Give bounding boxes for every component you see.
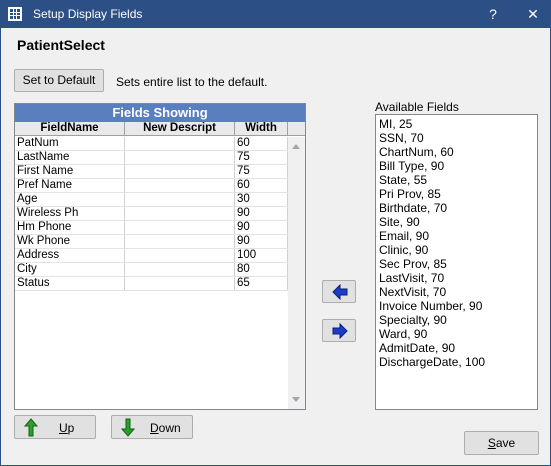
cell-fieldname: Status <box>15 277 125 290</box>
column-header-fieldname[interactable]: FieldName <box>15 122 125 135</box>
fields-showing-grid[interactable]: Fields Showing FieldName New Descript Wi… <box>14 103 306 410</box>
set-to-default-button[interactable]: Set to Default <box>14 69 104 92</box>
cell-fieldname: First Name <box>15 165 125 178</box>
list-item[interactable]: Sec Prov, 85 <box>379 257 534 271</box>
green-arrow-up-icon <box>24 418 38 437</box>
up-label-mnemonic: U <box>59 421 68 435</box>
cell-fieldname: Wireless Ph <box>15 207 125 220</box>
setup-display-fields-window: Setup Display Fields ? ✕ PatientSelect S… <box>0 0 551 466</box>
save-label: ave <box>495 436 516 450</box>
cell-fieldname: Pref Name <box>15 179 125 192</box>
set-default-hint: Sets entire list to the default. <box>116 75 268 89</box>
cell-new-descript <box>125 263 235 276</box>
list-item[interactable]: Invoice Number, 90 <box>379 299 534 313</box>
cell-fieldname: Age <box>15 193 125 206</box>
cell-width: 80 <box>235 263 288 276</box>
list-item[interactable]: Email, 90 <box>379 229 534 243</box>
cell-new-descript <box>125 193 235 206</box>
title-bar: Setup Display Fields ? ✕ <box>1 1 550 28</box>
table-row[interactable]: Age 30 <box>15 193 288 207</box>
grid-header: FieldName New Descript Width <box>15 122 305 136</box>
table-row[interactable]: Hm Phone 90 <box>15 221 288 235</box>
list-item[interactable]: NextVisit, 70 <box>379 285 534 299</box>
cell-width: 90 <box>235 221 288 234</box>
column-header-new-descript[interactable]: New Descript <box>125 122 235 135</box>
grid-body: PatNum 60 LastName 75 First Name 75 Pref Name 6… <box>15 137 288 291</box>
down-label-mnemonic: D <box>150 421 159 435</box>
table-row[interactable]: PatNum 60 <box>15 137 288 151</box>
green-arrow-down-icon <box>121 418 135 437</box>
help-button[interactable]: ? <box>482 5 504 23</box>
cell-new-descript <box>125 151 235 164</box>
cell-new-descript <box>125 165 235 178</box>
list-item[interactable]: Clinic, 90 <box>379 243 534 257</box>
blue-arrow-left-icon <box>332 284 348 300</box>
cell-fieldname: Wk Phone <box>15 235 125 248</box>
save-button[interactable]: Save <box>464 431 539 455</box>
scroll-up-icon[interactable] <box>292 144 300 149</box>
table-row[interactable]: Wireless Ph 90 <box>15 207 288 221</box>
list-item[interactable]: SSN, 70 <box>379 131 534 145</box>
list-item[interactable]: LastVisit, 70 <box>379 271 534 285</box>
app-grid-icon <box>8 7 22 21</box>
cell-new-descript <box>125 207 235 220</box>
cell-width: 90 <box>235 235 288 248</box>
list-item[interactable]: Ward, 90 <box>379 327 534 341</box>
table-row[interactable]: First Name 75 <box>15 165 288 179</box>
table-row[interactable]: Address 100 <box>15 249 288 263</box>
grid-scrollbar[interactable] <box>288 137 305 409</box>
list-item[interactable]: Pri Prov, 85 <box>379 187 534 201</box>
cell-fieldname: LastName <box>15 151 125 164</box>
cell-fieldname: Address <box>15 249 125 262</box>
list-item[interactable]: MI, 25 <box>379 117 534 131</box>
grid-title: Fields Showing <box>15 104 305 122</box>
cell-fieldname: City <box>15 263 125 276</box>
available-fields-list[interactable]: MI, 25 SSN, 70 ChartNum, 60 Bill Type, 90 St… <box>375 114 538 410</box>
list-item[interactable]: Birthdate, 70 <box>379 201 534 215</box>
cell-fieldname: Hm Phone <box>15 221 125 234</box>
table-row[interactable]: LastName 75 <box>15 151 288 165</box>
close-button[interactable]: ✕ <box>522 5 544 23</box>
table-row[interactable]: Status 65 <box>15 277 288 291</box>
up-label: p <box>67 421 75 435</box>
cell-width: 60 <box>235 179 288 192</box>
cell-width: 30 <box>235 193 288 206</box>
cell-new-descript <box>125 249 235 262</box>
cell-new-descript <box>125 137 235 150</box>
scroll-down-icon[interactable] <box>292 397 300 402</box>
cell-new-descript <box>125 235 235 248</box>
table-row[interactable]: City 80 <box>15 263 288 277</box>
cell-width: 75 <box>235 165 288 178</box>
list-item[interactable]: ChartNum, 60 <box>379 145 534 159</box>
page-title: PatientSelect <box>17 37 105 53</box>
move-right-button[interactable] <box>322 319 356 342</box>
table-row[interactable]: Pref Name 60 <box>15 179 288 193</box>
list-item[interactable]: Specialty, 90 <box>379 313 534 327</box>
cell-new-descript <box>125 221 235 234</box>
move-left-button[interactable] <box>322 280 356 303</box>
list-item[interactable]: Site, 90 <box>379 215 534 229</box>
cell-width: 75 <box>235 151 288 164</box>
list-item[interactable]: Bill Type, 90 <box>379 159 534 173</box>
move-down-button[interactable]: Down <box>111 415 193 439</box>
list-item[interactable]: DischargeDate, 100 <box>379 355 534 369</box>
move-up-button[interactable]: Up <box>14 415 96 439</box>
blue-arrow-right-icon <box>332 323 348 339</box>
available-fields-label: Available Fields <box>375 100 459 114</box>
cell-width: 100 <box>235 249 288 262</box>
cell-width: 65 <box>235 277 288 290</box>
down-label: own <box>158 421 181 435</box>
column-header-width[interactable]: Width <box>235 122 288 135</box>
cell-width: 60 <box>235 137 288 150</box>
cell-new-descript <box>125 179 235 192</box>
save-label-mnemonic: S <box>487 436 496 450</box>
list-item[interactable]: State, 55 <box>379 173 534 187</box>
table-row[interactable]: Wk Phone 90 <box>15 235 288 249</box>
cell-new-descript <box>125 277 235 290</box>
cell-width: 90 <box>235 207 288 220</box>
list-item[interactable]: AdmitDate, 90 <box>379 341 534 355</box>
window-title: Setup Display Fields <box>33 7 143 21</box>
cell-fieldname: PatNum <box>15 137 125 150</box>
